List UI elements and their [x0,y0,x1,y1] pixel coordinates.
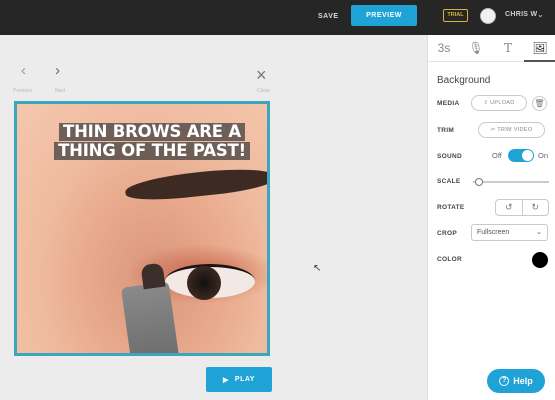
trim-video-button[interactable]: ✂ TRIM VIDEO [478,122,545,138]
text-icon[interactable]: T [492,35,524,62]
media-label: MEDIA [437,100,460,107]
iris-shape [187,266,221,300]
upload-button[interactable]: ⇪ UPLOAD [471,95,527,111]
crop-label: CROP [437,230,457,237]
crop-select[interactable]: Fullscreen ⌄ [471,224,548,241]
play-label: PLAY [234,376,255,383]
trim-label: TRIM [437,127,455,134]
scale-slider[interactable] [473,181,549,183]
sound-toggle[interactable] [508,149,534,162]
save-button[interactable]: SAVE [318,9,339,25]
preview-button[interactable]: PREVIEW [351,5,417,26]
mouse-cursor-icon: ↖ [313,263,322,274]
scale-slider-thumb[interactable] [474,178,483,186]
next-label: Next [55,88,66,94]
sound-on-label: On [538,151,549,160]
play-button[interactable]: ▶ PLAY [206,367,272,392]
toggle-knob [522,150,533,161]
help-label: Help [513,376,533,386]
rotate-left-icon[interactable]: ↺ [496,200,523,215]
trial-badge: TRIAL [443,9,468,22]
microphone-icon[interactable]: 🎙 [460,35,492,62]
close-label: Close [257,88,270,94]
close-icon[interactable]: × [256,66,267,84]
trash-icon[interactable]: 🗑 [532,96,547,111]
image-icon[interactable]: 🖼 [524,35,555,62]
sound-label: SOUND [437,153,462,160]
top-bar: SAVE PREVIEW TRIAL CHRIS W ⌄ [0,0,555,35]
crop-value: Fullscreen [477,229,510,236]
play-icon: ▶ [223,376,229,384]
user-name[interactable]: CHRIS W [505,11,537,18]
panel-title: Background [437,75,491,86]
color-swatch[interactable] [532,252,548,268]
rotate-buttons: ↺ ↻ [495,199,549,216]
color-label: COLOR [437,256,462,263]
caption-line: THIN BROWS ARE A [59,123,245,141]
previous-arrow-icon[interactable]: ‹ [21,62,26,79]
media-preview-frame[interactable]: THIN BROWS ARE A THING OF THE PAST! [14,101,270,356]
pencil-tip-shape [140,262,166,290]
properties-panel: 3s 🎙 T 🖼 Background MEDIA ⇪ UPLOAD 🗑 TRI… [427,35,555,400]
tab-duration[interactable]: 3s [428,35,460,62]
chevron-down-icon: ⌄ [536,229,542,236]
scale-label: SCALE [437,178,461,185]
caption-line: THING OF THE PAST! [54,142,250,160]
next-arrow-icon[interactable]: › [55,62,60,79]
chevron-down-icon[interactable]: ⌄ [537,10,544,19]
help-button[interactable]: ? Help [487,369,545,393]
rotate-right-icon[interactable]: ↻ [523,200,549,215]
avatar[interactable] [480,8,496,24]
panel-tabs: 3s 🎙 T 🖼 [428,35,555,62]
previous-label: Previous [13,88,33,94]
rotate-label: ROTATE [437,204,465,211]
help-icon: ? [499,376,510,386]
video-caption: THIN BROWS ARE A THING OF THE PAST! [37,123,267,161]
sound-off-label: Off [492,151,502,160]
